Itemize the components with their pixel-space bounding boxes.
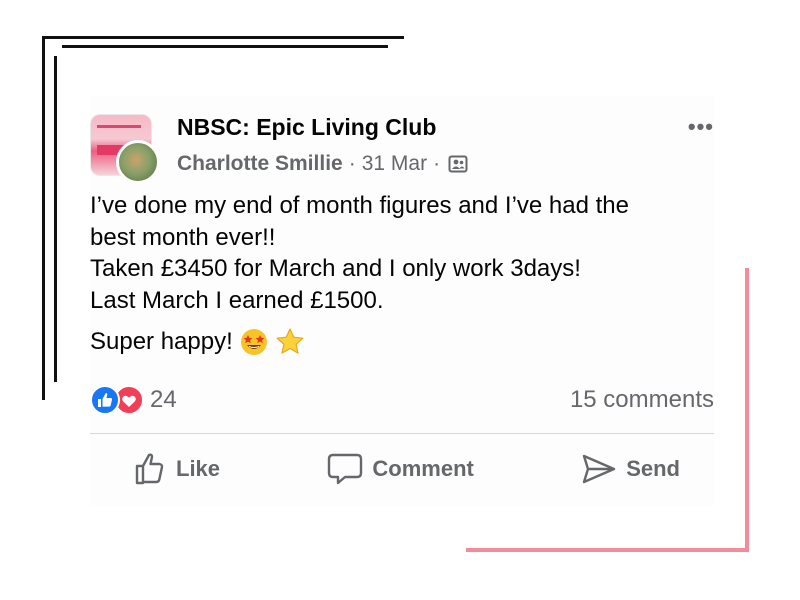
decorative-frame-line-top-inner <box>62 45 388 48</box>
star-struck-emoji-icon <box>239 327 269 357</box>
post-body: I’ve done my end of month figures and I’… <box>90 190 714 358</box>
reactions-bar: 24 15 comments <box>90 384 714 416</box>
meta-separator: · <box>348 152 356 175</box>
post-body-line: I’ve done my end of month figures and I’… <box>90 192 630 219</box>
post-closing-text: Super happy! <box>90 328 233 355</box>
send-button-label: Send <box>626 456 680 481</box>
group-name-link[interactable]: NBSC: Epic Living Club <box>177 114 436 141</box>
star-emoji-icon <box>275 327 305 357</box>
post-actions: Like Comment Send <box>90 446 714 492</box>
comment-button-label: Comment <box>372 456 474 481</box>
facebook-post-card: NBSC: Epic Living Club Charlotte Smillie… <box>90 96 714 506</box>
post-date-link[interactable]: 31 Mar <box>362 152 427 176</box>
actions-divider <box>90 433 714 434</box>
group-members-icon <box>448 154 468 174</box>
author-name-link[interactable]: Charlotte Smillie <box>177 152 343 176</box>
send-arrow-icon <box>583 454 616 484</box>
like-button[interactable]: Like <box>132 451 220 487</box>
decorative-frame-line-left-inner <box>54 56 57 382</box>
more-options-button[interactable]: ••• <box>688 114 714 140</box>
reaction-count: 24 <box>150 386 177 413</box>
meta-separator: · <box>433 152 441 175</box>
post-header: NBSC: Epic Living Club Charlotte Smillie… <box>90 110 714 190</box>
post-closing-line: Super happy! <box>90 326 714 358</box>
reaction-summary[interactable]: 24 <box>90 385 177 415</box>
like-reaction-icon <box>90 385 120 415</box>
post-body-line: Last March I earned £1500. <box>90 286 384 314</box>
thumbs-up-icon <box>135 453 164 485</box>
comment-bubble-icon <box>328 453 363 485</box>
decorative-frame-line-left <box>42 36 45 400</box>
avatar-group[interactable] <box>90 114 160 184</box>
post-body-line: Taken £3450 for March and I only work 3d… <box>90 255 581 282</box>
post-body-line: best month ever!! <box>90 223 276 251</box>
send-button[interactable]: Send <box>580 451 680 487</box>
decorative-frame-line-top <box>42 36 404 39</box>
comments-count-link[interactable]: 15 comments <box>570 386 714 414</box>
decorative-pink-line-bottom <box>466 548 749 552</box>
post-meta: Charlotte Smillie · 31 Mar · <box>177 152 468 176</box>
decorative-pink-line-right <box>745 268 749 552</box>
like-button-label: Like <box>176 456 221 481</box>
group-avatar-decoration <box>97 125 141 128</box>
comment-button[interactable]: Comment <box>326 451 474 487</box>
author-avatar[interactable] <box>116 140 160 184</box>
